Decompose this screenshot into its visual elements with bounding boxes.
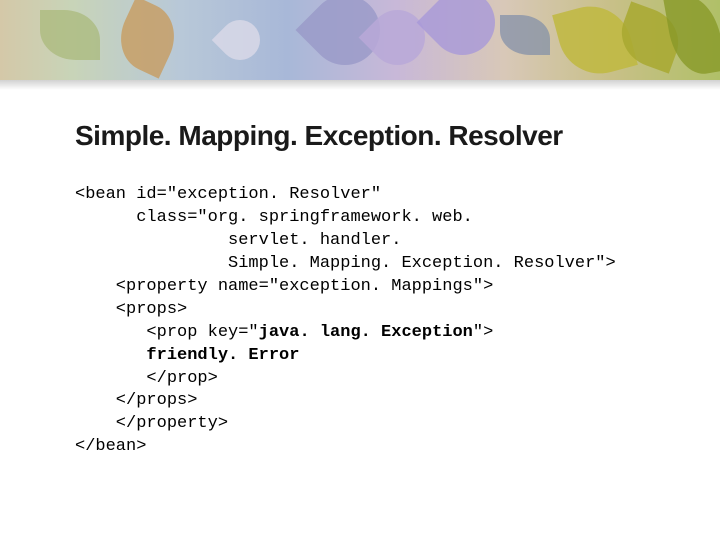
code-line-part: "> (473, 323, 493, 342)
code-line: </prop> (75, 369, 218, 388)
code-emphasis: java. lang. Exception (259, 323, 473, 342)
code-line: Simple. Mapping. Exception. Resolver"> (75, 254, 616, 273)
code-block: <bean id="exception. Resolver" class="or… (75, 184, 660, 459)
banner-drop-shadow (0, 80, 720, 90)
code-emphasis: friendly. Error (75, 346, 299, 365)
code-line-part: <prop key=" (75, 323, 259, 342)
slide-content: Simple. Mapping. Exception. Resolver <be… (0, 90, 720, 459)
decorative-floral-banner (0, 0, 720, 80)
code-line: </bean> (75, 437, 146, 456)
code-line: <bean id="exception. Resolver" (75, 185, 381, 204)
code-line: servlet. handler. (75, 231, 401, 250)
code-line: </props> (75, 391, 197, 410)
code-line: </property> (75, 414, 228, 433)
slide-title: Simple. Mapping. Exception. Resolver (75, 120, 660, 152)
code-line: <props> (75, 300, 187, 319)
code-line: <property name="exception. Mappings"> (75, 277, 493, 296)
code-line: class="org. springframework. web. (75, 208, 473, 227)
